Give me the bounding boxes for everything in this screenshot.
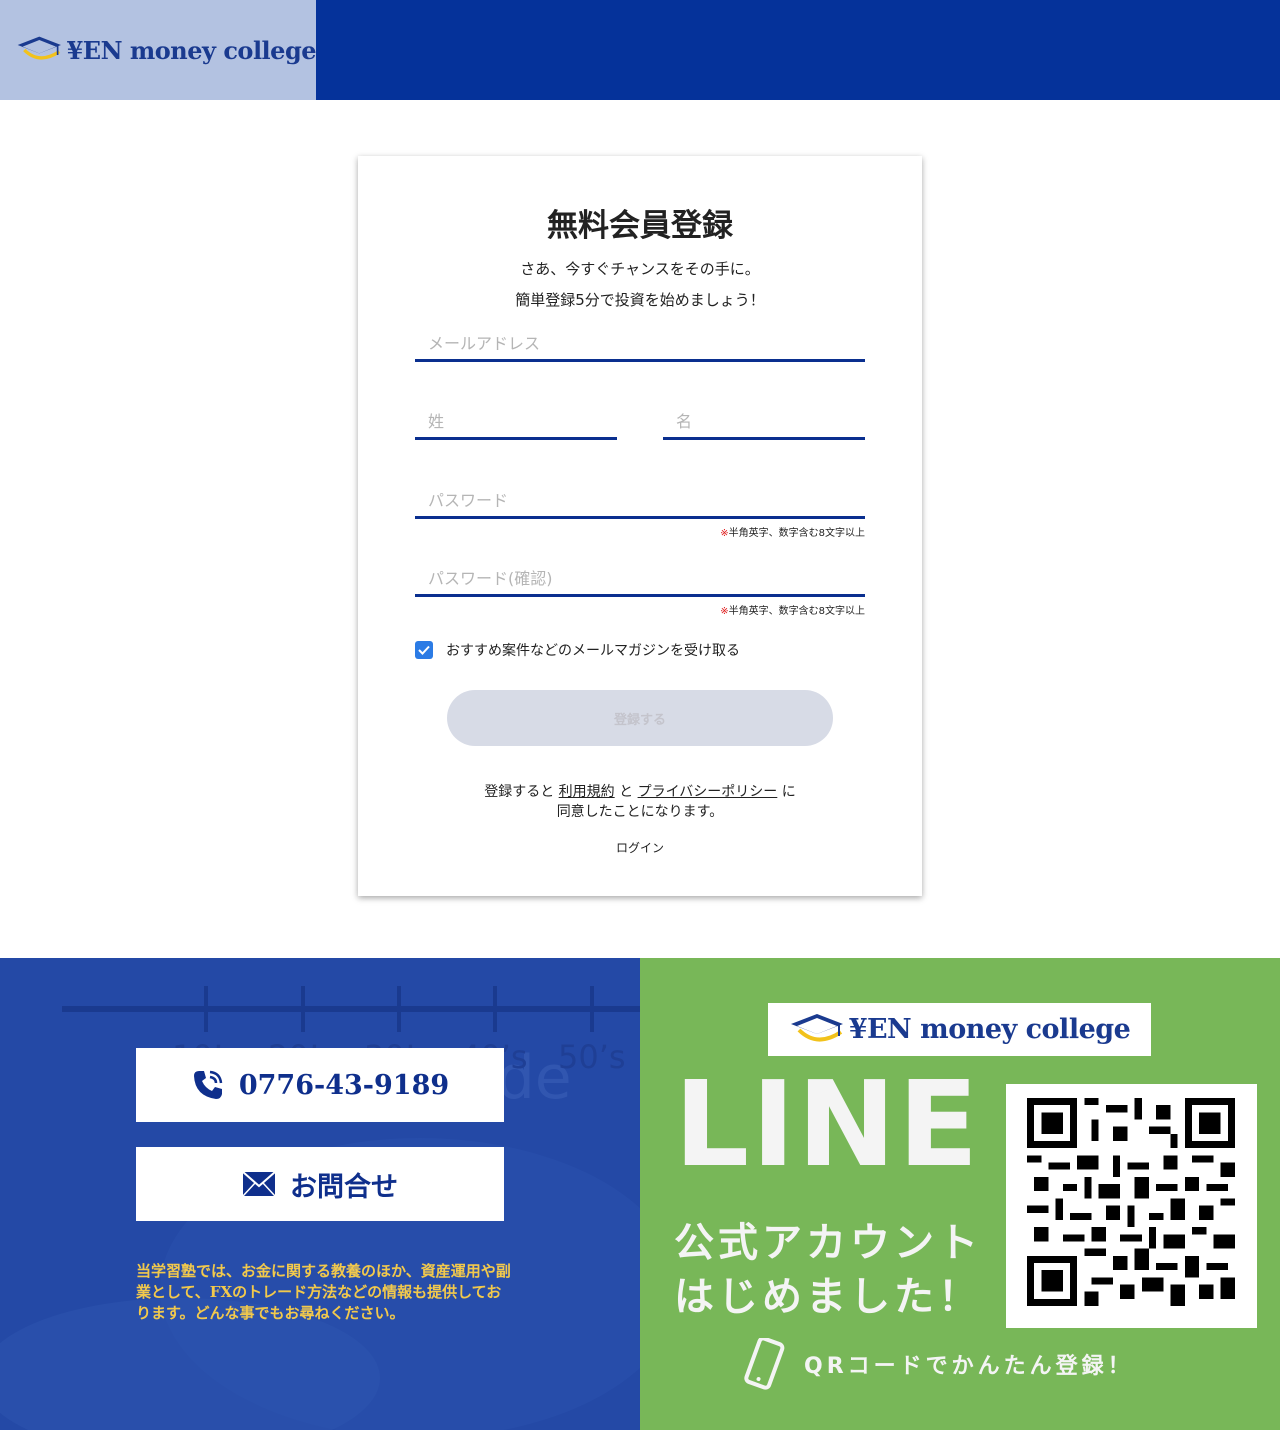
graduation-cap-icon bbox=[790, 1013, 843, 1041]
school-description: 当学習塾では、お金に関する教養のほか、資産運用や副業として、FXのトレード方法な… bbox=[136, 1262, 511, 1322]
password-field[interactable] bbox=[415, 485, 865, 516]
privacy-policy-link[interactable]: プライバシーポリシー bbox=[638, 784, 778, 800]
line-promo-panel: ¥EN money college LINE 公式アカウント はじめました！ Q… bbox=[640, 958, 1280, 1430]
qr-caption-text: QRコードでかんたん登録！ bbox=[804, 1354, 1134, 1379]
first-name-field-wrapper bbox=[663, 406, 865, 440]
required-mark: ※ bbox=[720, 606, 729, 617]
logo-text: ¥EN money college bbox=[848, 1014, 1131, 1045]
newsletter-option[interactable]: おすすめ案件などのメールマガジンを受け取る bbox=[415, 640, 740, 660]
password-confirm-hint-text: 半角英字、数字含む8文字以上 bbox=[728, 606, 865, 617]
graduation-cap-icon bbox=[17, 36, 61, 60]
registration-card: 無料会員登録 さあ、今すぐチャンスをその手に。 簡単登録5分で投資を始めましょう… bbox=[358, 156, 922, 896]
email-field-wrapper bbox=[415, 328, 865, 362]
terms-prefix: 登録すると bbox=[484, 784, 555, 800]
password-hint: ※半角英字、数字含む8文字以上 bbox=[720, 524, 865, 539]
phone-icon bbox=[193, 1070, 223, 1099]
login-link[interactable]: ログイン bbox=[358, 839, 922, 856]
qr-register-caption: QRコードでかんたん登録！ bbox=[736, 1338, 1134, 1390]
page-title: 無料会員登録 bbox=[547, 208, 733, 244]
required-mark: ※ bbox=[720, 528, 729, 539]
subtitle-line-2: 簡単登録5分で投資を始めましょう！ bbox=[515, 291, 765, 309]
line-title: LINE bbox=[674, 1055, 981, 1193]
line-subtitle-2: はじめました！ bbox=[674, 1274, 982, 1320]
terms-of-service-link[interactable]: 利用規約 bbox=[559, 784, 615, 800]
footer-contact-panel: ode 10’s 20’s 30’s 40’s 50’s 0776-43-918… bbox=[0, 958, 640, 1430]
site-logo[interactable]: ¥EN money college bbox=[0, 0, 317, 100]
terms-and: と bbox=[619, 784, 634, 800]
newsletter-checkbox[interactable] bbox=[415, 641, 433, 659]
site-header: ¥EN money college bbox=[0, 0, 1280, 100]
subtitle-line-1: さあ、今すぐチャンスをその手に。 bbox=[520, 260, 760, 278]
terms-notice: 登録すると 利用規約 と プライバシーポリシー に 同意したことになります。 bbox=[358, 782, 922, 822]
first-name-field[interactable] bbox=[663, 406, 865, 437]
checkmark-icon bbox=[418, 645, 430, 655]
ruler-label: 50’s bbox=[558, 1038, 626, 1076]
newsletter-label: おすすめ案件などのメールマガジンを受け取る bbox=[446, 643, 740, 659]
last-name-field[interactable] bbox=[415, 406, 617, 437]
terms-suffix: に bbox=[781, 784, 796, 800]
contact-button[interactable]: お問合せ bbox=[136, 1147, 504, 1221]
last-name-field-wrapper bbox=[415, 406, 617, 440]
contact-label: お問合せ bbox=[290, 1171, 398, 1203]
line-promo-logo: ¥EN money college bbox=[768, 1003, 1151, 1056]
password-confirm-hint: ※半角英字、数字含む8文字以上 bbox=[720, 602, 865, 617]
qr-code[interactable] bbox=[1006, 1084, 1257, 1328]
logo-text: ¥EN money college bbox=[66, 35, 317, 65]
register-button[interactable]: 登録する bbox=[447, 690, 833, 746]
mail-icon bbox=[242, 1171, 276, 1197]
password-confirm-field-wrapper bbox=[415, 563, 865, 597]
password-confirm-field[interactable] bbox=[415, 563, 865, 594]
email-field[interactable] bbox=[415, 328, 865, 359]
line-subtitle-1: 公式アカウント bbox=[674, 1220, 982, 1266]
qr-code-icon bbox=[1027, 1098, 1235, 1306]
terms-line-2: 同意したことになります。 bbox=[556, 804, 724, 820]
smartphone-icon bbox=[744, 1338, 785, 1390]
password-field-wrapper bbox=[415, 485, 865, 519]
phone-button[interactable]: 0776-43-9189 bbox=[136, 1048, 504, 1122]
phone-number: 0776-43-9189 bbox=[238, 1069, 450, 1101]
password-hint-text: 半角英字、数字含む8文字以上 bbox=[728, 528, 865, 539]
